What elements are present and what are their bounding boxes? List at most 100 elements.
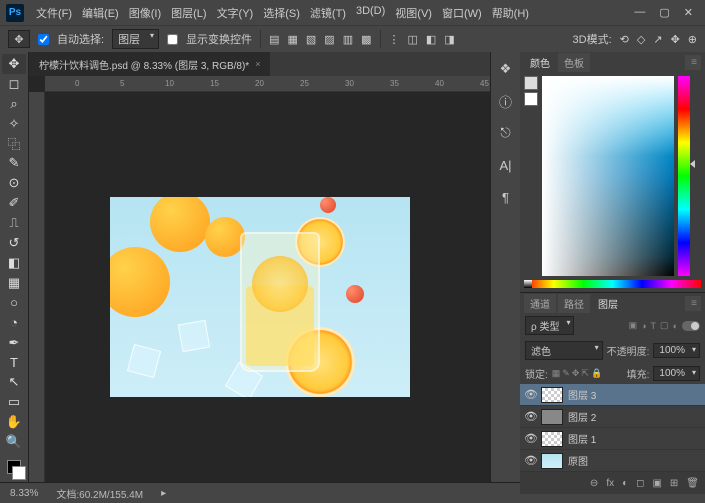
- zoom-level[interactable]: 8.33%: [10, 488, 38, 499]
- group-icon[interactable]: ▣: [652, 478, 661, 489]
- align-icon[interactable]: ▥: [343, 33, 353, 46]
- layer-name[interactable]: 图层 1: [568, 431, 596, 446]
- layer-row[interactable]: 👁 图层 1: [520, 428, 705, 450]
- color-spectrum[interactable]: [524, 280, 701, 288]
- layer-fx-icon[interactable]: fx: [606, 478, 614, 489]
- align-icon[interactable]: ▨: [324, 33, 334, 46]
- distribute-icon[interactable]: ◫: [408, 33, 418, 46]
- properties-panel-icon[interactable]: ⓘ: [495, 90, 517, 112]
- visibility-eye-icon[interactable]: 👁: [524, 388, 536, 401]
- fg-color-swatch[interactable]: [524, 76, 538, 90]
- link-layers-icon[interactable]: ⊖: [590, 478, 598, 489]
- filter-shape-icon[interactable]: ▢: [660, 320, 669, 331]
- filter-toggle-switch[interactable]: [682, 321, 700, 331]
- hue-slider[interactable]: [678, 76, 690, 276]
- lock-artboard-icon[interactable]: ⇱: [581, 368, 589, 379]
- layer-row[interactable]: 👁 图层 2: [520, 406, 705, 428]
- eyedropper-tool-icon[interactable]: ✎: [2, 154, 26, 174]
- menu-help[interactable]: 帮助(H): [488, 3, 533, 23]
- pen-tool-icon[interactable]: ✒: [2, 333, 26, 353]
- dodge-tool-icon[interactable]: ◔: [2, 313, 26, 333]
- tab-close-icon[interactable]: ×: [255, 59, 260, 69]
- filter-smart-icon[interactable]: ◐: [673, 321, 678, 331]
- lasso-tool-icon[interactable]: ⌕: [2, 94, 26, 114]
- opacity-input[interactable]: 100%: [653, 343, 700, 358]
- document-info[interactable]: 文档:60.2M/155.4M: [56, 486, 143, 501]
- hand-tool-icon[interactable]: ✋: [2, 412, 26, 432]
- path-select-tool-icon[interactable]: ↖: [2, 373, 26, 393]
- mode-3d-icon[interactable]: ⟲: [620, 33, 629, 46]
- type-tool-icon[interactable]: T: [2, 353, 26, 373]
- menu-window[interactable]: 窗口(W): [438, 3, 486, 23]
- zoom-tool-icon[interactable]: 🔍: [2, 432, 26, 452]
- visibility-eye-icon[interactable]: 👁: [524, 454, 536, 467]
- distribute-icon[interactable]: ◨: [444, 33, 454, 46]
- eraser-tool-icon[interactable]: ◧: [2, 253, 26, 273]
- gradient-tool-icon[interactable]: ▦: [2, 273, 26, 293]
- auto-select-dropdown[interactable]: 图层: [112, 29, 159, 49]
- vertical-ruler[interactable]: [29, 92, 45, 482]
- filter-adjust-icon[interactable]: ◑: [641, 321, 646, 331]
- adjustment-layer-icon[interactable]: ◻: [636, 478, 644, 489]
- lock-all-icon[interactable]: 🔒: [591, 368, 602, 379]
- visibility-eye-icon[interactable]: 👁: [524, 410, 536, 423]
- minimize-icon[interactable]: —: [634, 6, 645, 19]
- character-panel-icon[interactable]: ⎋: [495, 122, 517, 144]
- auto-select-checkbox[interactable]: [38, 34, 49, 45]
- history-brush-tool-icon[interactable]: ↺: [2, 233, 26, 253]
- visibility-eye-icon[interactable]: 👁: [524, 432, 536, 445]
- menu-layer[interactable]: 图层(L): [167, 3, 210, 23]
- healing-tool-icon[interactable]: ⊙: [2, 173, 26, 193]
- shape-tool-icon[interactable]: ▭: [2, 392, 26, 412]
- layer-thumbnail[interactable]: [541, 431, 563, 447]
- panel-menu-icon[interactable]: ≡: [685, 296, 701, 311]
- tab-color[interactable]: 颜色: [524, 53, 556, 72]
- canvas-stage[interactable]: [45, 92, 490, 482]
- close-icon[interactable]: ✕: [684, 6, 693, 19]
- align-icon[interactable]: ▦: [287, 33, 297, 46]
- bg-color-swatch[interactable]: [524, 92, 538, 106]
- lock-pixels-icon[interactable]: ✎: [562, 368, 570, 379]
- layer-thumbnail[interactable]: [541, 453, 563, 469]
- move-tool-icon[interactable]: ✥: [2, 54, 26, 74]
- transform-controls-checkbox[interactable]: [167, 34, 178, 45]
- magic-wand-tool-icon[interactable]: ✧: [2, 114, 26, 134]
- tab-channels[interactable]: 通道: [524, 294, 556, 313]
- color-field[interactable]: [542, 76, 674, 276]
- lock-position-icon[interactable]: ✥: [572, 368, 580, 379]
- align-icon[interactable]: ▤: [269, 33, 279, 46]
- background-color-swatch[interactable]: [12, 466, 26, 480]
- layer-name[interactable]: 原图: [568, 453, 588, 468]
- marquee-tool-icon[interactable]: ◻: [2, 74, 26, 94]
- align-icon[interactable]: ▧: [306, 33, 316, 46]
- layer-filter-kind-dropdown[interactable]: ρ 类型: [525, 316, 574, 335]
- layer-name[interactable]: 图层 3: [568, 387, 596, 402]
- menu-type[interactable]: 文字(Y): [213, 3, 258, 23]
- filter-type-icon[interactable]: T: [651, 321, 657, 331]
- delete-layer-icon[interactable]: 🗑: [686, 478, 699, 489]
- layer-thumbnail[interactable]: [541, 387, 563, 403]
- mode-3d-icon[interactable]: ↗: [653, 33, 662, 46]
- menu-3d[interactable]: 3D(D): [352, 3, 389, 23]
- layer-row[interactable]: 👁 图层 3: [520, 384, 705, 406]
- clone-tool-icon[interactable]: ⎍: [2, 213, 26, 233]
- history-panel-icon[interactable]: ❖: [495, 58, 517, 80]
- filter-pixel-icon[interactable]: ▣: [629, 320, 638, 331]
- menu-select[interactable]: 选择(S): [259, 3, 304, 23]
- menu-filter[interactable]: 滤镜(T): [306, 3, 350, 23]
- layer-thumbnail[interactable]: [541, 409, 563, 425]
- mode-3d-icon[interactable]: ⊕: [688, 33, 697, 46]
- layer-row[interactable]: 👁 原图: [520, 450, 705, 472]
- mode-3d-icon[interactable]: ◇: [637, 33, 645, 46]
- brush-tool-icon[interactable]: ✐: [2, 193, 26, 213]
- align-icon[interactable]: ▩: [361, 33, 371, 46]
- menu-edit[interactable]: 编辑(E): [78, 3, 123, 23]
- tab-swatches[interactable]: 色板: [558, 53, 590, 72]
- layer-name[interactable]: 图层 2: [568, 409, 596, 424]
- menu-file[interactable]: 文件(F): [32, 3, 76, 23]
- new-layer-icon[interactable]: ⊞: [670, 478, 678, 489]
- glyphs-panel-icon[interactable]: A|: [495, 154, 517, 176]
- maximize-icon[interactable]: ▢: [659, 6, 669, 19]
- menu-image[interactable]: 图像(I): [125, 3, 165, 23]
- panel-menu-icon[interactable]: ≡: [685, 55, 701, 70]
